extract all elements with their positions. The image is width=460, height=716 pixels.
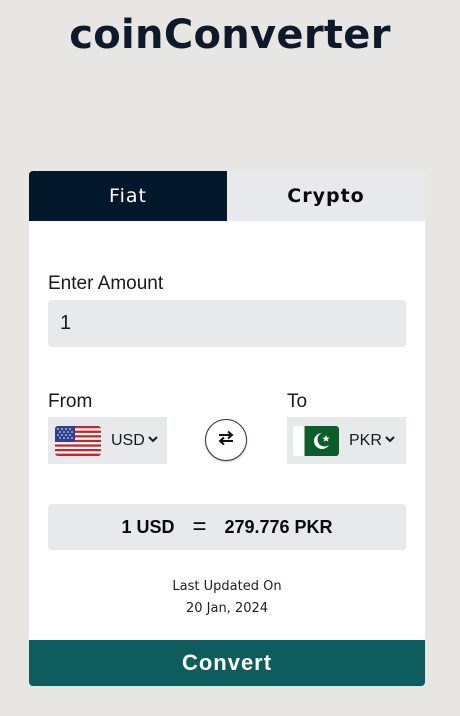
convert-button[interactable]: Convert: [29, 640, 425, 686]
equals-sign: =: [192, 513, 207, 540]
pk-flag-icon: [293, 425, 339, 456]
swap-button[interactable]: [205, 419, 247, 461]
from-currency-select[interactable]: USD: [48, 417, 167, 464]
chevron-down-icon: [148, 435, 158, 446]
converter-card: Fiat Crypto Enter Amount From: [29, 171, 425, 686]
from-label: From: [48, 391, 93, 412]
app-title: coinConverter: [69, 12, 391, 58]
conversion-result: 1 USD = 279.776 PKR: [48, 504, 406, 550]
to-currency-code: PKR: [349, 431, 382, 449]
from-currency-code: USD: [111, 431, 145, 449]
result-to-amount: 279.776 PKR: [224, 516, 333, 537]
tab-crypto[interactable]: Crypto: [227, 171, 425, 221]
to-label: To: [287, 391, 308, 412]
us-flag-icon: [55, 425, 101, 456]
tab-fiat[interactable]: Fiat: [29, 171, 227, 221]
amount-input[interactable]: [48, 300, 406, 347]
chevron-down-icon: [385, 435, 395, 446]
to-currency-select[interactable]: PKR: [287, 417, 406, 464]
last-updated-label: Last Updated On: [172, 579, 282, 594]
tab-bar: Fiat Crypto: [29, 171, 425, 221]
amount-label: Enter Amount: [48, 273, 164, 294]
result-from-amount: 1 USD: [121, 516, 175, 537]
swap-arrows-icon: [217, 430, 235, 450]
last-updated-date: 20 Jan, 2024: [185, 601, 269, 616]
last-updated: Last Updated On 20 Jan, 2024: [29, 576, 425, 620]
